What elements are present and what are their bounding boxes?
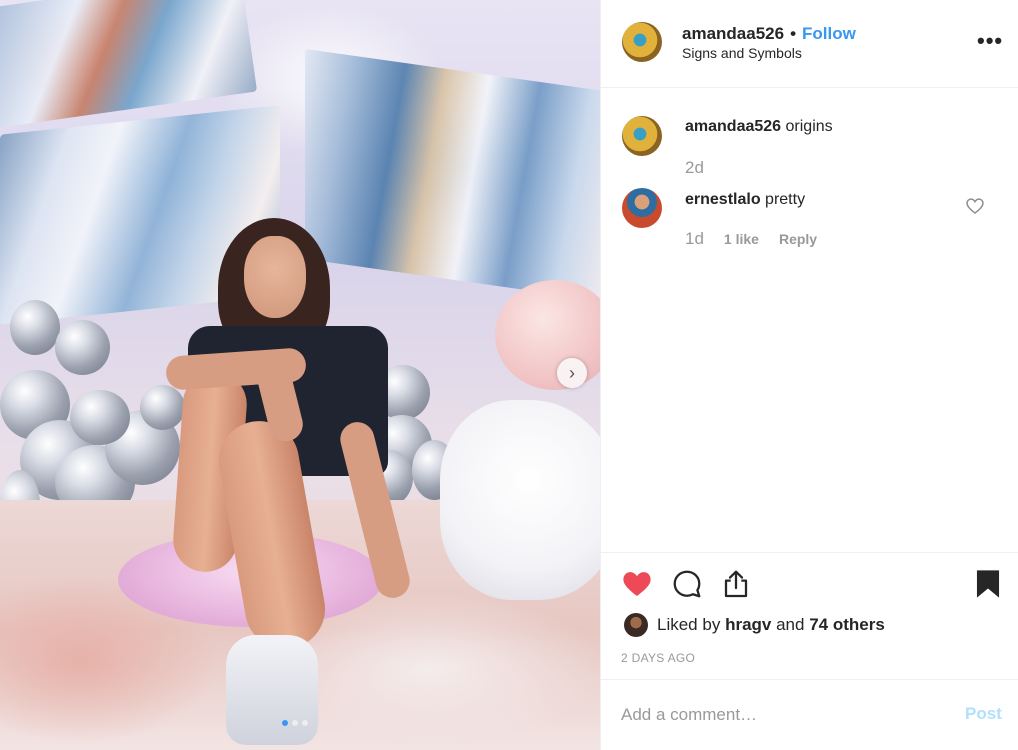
balloon — [140, 385, 185, 430]
liked-by-joiner: and — [776, 615, 805, 634]
follow-button[interactable]: Follow — [802, 24, 856, 43]
liked-by-text: Liked by hragv and 74 others — [657, 615, 885, 635]
carousel-next-button[interactable]: › — [557, 358, 587, 388]
comments-list: amandaa526 origins 2d ernestlalo pretty … — [601, 88, 1018, 552]
comment-input[interactable] — [621, 702, 941, 728]
post-side-panel: amandaa526 • Follow Signs and Symbols ••• … — [600, 0, 1018, 750]
username-link[interactable]: amandaa526 — [682, 24, 784, 43]
comment-timestamp[interactable]: 1d — [685, 229, 704, 249]
more-options-icon[interactable]: ••• — [977, 28, 1003, 54]
post-actions: Liked by hragv and 74 others 2 DAYS AGO — [601, 552, 1018, 679]
separator-bullet: • — [790, 24, 797, 43]
carousel-dot — [282, 720, 288, 726]
liker-avatar[interactable] — [624, 613, 648, 637]
carousel-dot — [292, 720, 298, 726]
comment-meta: 1d 1 like Reply — [685, 229, 817, 249]
balloon — [70, 390, 130, 445]
post-photo[interactable]: › — [0, 0, 600, 750]
fur-stool — [440, 400, 600, 600]
comment-username[interactable]: ernestlalo — [685, 191, 761, 208]
post-comment-button[interactable]: Post — [965, 704, 1002, 724]
add-comment-bar: Post — [601, 679, 1018, 750]
avatar[interactable] — [622, 116, 662, 156]
post-header: amandaa526 • Follow Signs and Symbols ••• — [601, 0, 1018, 88]
avatar[interactable] — [622, 22, 662, 62]
comment-text: origins — [785, 118, 833, 135]
carousel-dots — [282, 720, 308, 726]
mirror-panel — [0, 0, 258, 128]
location-link[interactable]: Signs and Symbols — [682, 45, 802, 61]
liker-username[interactable]: hragv — [725, 615, 771, 634]
avatar[interactable] — [622, 188, 662, 228]
balloon — [55, 320, 110, 375]
header-username-line: amandaa526 • Follow — [682, 24, 856, 44]
liked-by-prefix: Liked by — [657, 615, 721, 634]
share-icon[interactable] — [720, 568, 752, 600]
chevron-right-icon: › — [569, 362, 575, 383]
likes-others-link[interactable]: 74 others — [809, 615, 885, 634]
post-date[interactable]: 2 DAYS AGO — [621, 651, 695, 665]
comment-username[interactable]: amandaa526 — [685, 118, 781, 135]
comment-text: pretty — [765, 191, 806, 208]
caption: amandaa526 origins — [685, 118, 833, 136]
person-sneaker — [226, 635, 318, 745]
balloon — [10, 300, 60, 355]
comment-icon[interactable] — [671, 568, 703, 600]
comment-likes-count[interactable]: 1 like — [724, 231, 759, 247]
liked-heart-icon[interactable] — [621, 568, 653, 600]
comment: ernestlalo pretty — [685, 191, 805, 209]
person-face — [244, 236, 306, 318]
comment-like-heart-icon[interactable] — [965, 196, 985, 216]
reply-button[interactable]: Reply — [779, 231, 817, 247]
mirror-panel — [305, 48, 600, 302]
comment-timestamp[interactable]: 2d — [685, 158, 704, 178]
bookmark-saved-icon[interactable] — [975, 568, 1001, 600]
carousel-dot — [302, 720, 308, 726]
